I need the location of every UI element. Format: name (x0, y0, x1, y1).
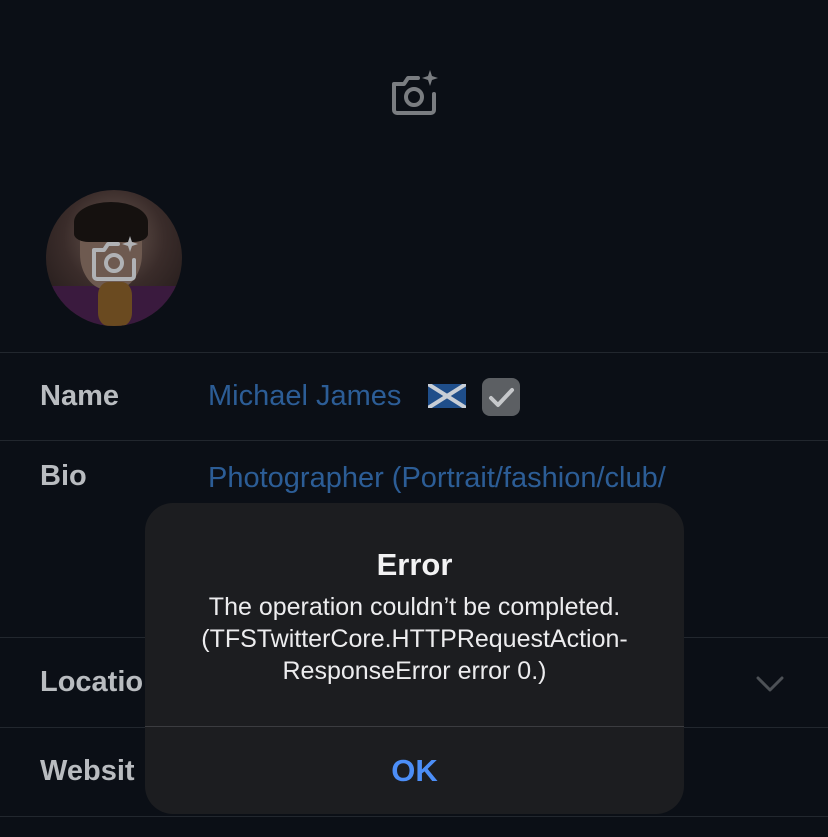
name-label: Name (40, 380, 119, 412)
alert-message-line: ResponseError error 0.) (282, 657, 547, 685)
ok-button[interactable]: OK (145, 727, 684, 814)
alert-message-line: (TFSTwitterCore.HTTPRequestAction- (201, 625, 628, 653)
location-label: Locatio (40, 666, 144, 698)
divider (0, 816, 828, 817)
avatar[interactable] (46, 190, 182, 326)
divider (0, 440, 828, 441)
name-field[interactable]: Michael James (208, 380, 401, 413)
bio-label: Bio (40, 460, 87, 492)
chevron-down-icon[interactable] (754, 668, 786, 700)
check-mark-icon (482, 378, 520, 416)
error-alert: Error The operation couldn’t be complete… (145, 503, 684, 814)
divider (0, 352, 828, 353)
alert-title: Error (376, 547, 453, 582)
bio-field[interactable]: Photographer (Portrait/fashion/club/ (208, 462, 666, 495)
alert-message-line: The operation couldn’t be completed. (208, 593, 621, 621)
scotland-flag-icon (428, 384, 466, 408)
avatar-scarf (98, 282, 132, 326)
website-label: Websit (40, 755, 135, 787)
camera-add-icon[interactable] (86, 232, 142, 288)
alert-message: The operation couldn’t be completed. (TF… (165, 591, 664, 687)
camera-add-icon[interactable] (386, 66, 442, 122)
